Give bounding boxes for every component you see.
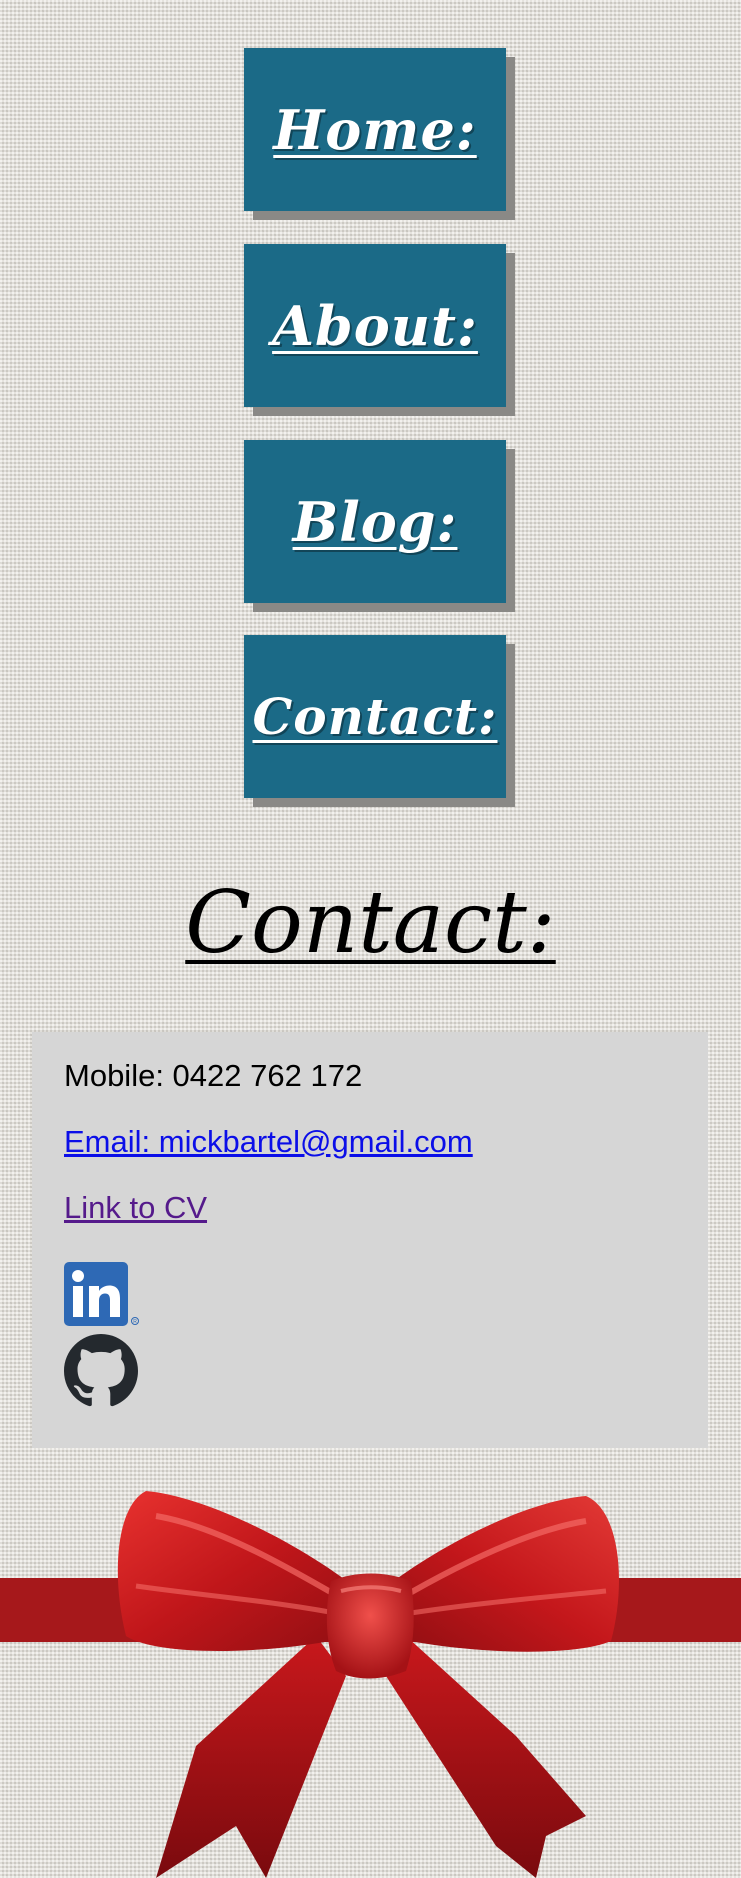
page-title: Contact: — [185, 873, 556, 973]
nav-about-button[interactable]: About: — [244, 244, 506, 407]
svg-text:R: R — [133, 1319, 137, 1325]
email-link[interactable]: Email: mickbartel@gmail.com — [64, 1124, 473, 1160]
github-icon-graphic — [64, 1334, 138, 1407]
github-icon[interactable] — [64, 1334, 138, 1408]
mobile-number: Mobile: 0422 762 172 — [64, 1058, 363, 1093]
linkedin-icon-graphic: R — [64, 1262, 139, 1326]
cv-link[interactable]: Link to CV — [64, 1190, 207, 1226]
contact-card: Mobile: 0422 762 172 Email: mickbartel@g… — [32, 1032, 708, 1448]
nav-blog-button[interactable]: Blog: — [244, 440, 506, 603]
red-ribbon-bow-icon — [117, 1491, 619, 1878]
nav-home-button[interactable]: Home: — [244, 48, 506, 211]
nav-contact-button[interactable]: Contact: — [244, 635, 506, 798]
linkedin-icon[interactable]: R — [64, 1262, 140, 1326]
